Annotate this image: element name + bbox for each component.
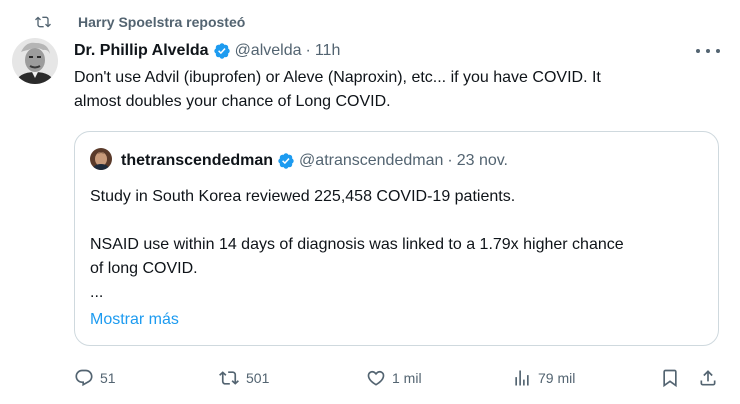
repost-icon	[218, 368, 240, 388]
author-header: Dr. Phillip Alvelda @alvelda · 11h	[74, 40, 340, 62]
quoted-post-time: 23 nov.	[456, 152, 508, 169]
more-options-icon[interactable]	[696, 42, 720, 60]
repost-count: 501	[246, 370, 270, 386]
show-more-link[interactable]: Mostrar más	[90, 311, 179, 329]
share-button[interactable]	[698, 366, 718, 390]
quoted-author-handle: @atranscendedman	[299, 152, 444, 169]
views-chart-icon	[512, 368, 532, 388]
repost-icon	[34, 14, 54, 30]
post-text: Don't use Advil (ibuprofen) or Aleve (Na…	[74, 66, 684, 114]
repost-label[interactable]: Harry Spoelstra reposteó	[78, 14, 245, 30]
quoted-paragraph: Study in South Korea reviewed 225,458 CO…	[90, 188, 516, 205]
post-time[interactable]: 11h	[315, 42, 341, 60]
reply-count: 51	[100, 370, 116, 386]
bookmark-button[interactable]	[660, 366, 680, 390]
verified-badge-icon	[277, 152, 295, 170]
quoted-ellipsis: ...	[90, 284, 104, 301]
quoted-text: Study in South Korea reviewed 225,458 CO…	[90, 185, 710, 305]
reply-button[interactable]: 51	[74, 366, 116, 390]
repost-context: Harry Spoelstra reposteó	[34, 12, 245, 32]
bookmark-icon	[660, 368, 680, 388]
like-count: 1 mil	[392, 370, 422, 386]
author-name[interactable]: Dr. Phillip Alvelda	[74, 42, 209, 60]
quoted-header: thetranscendedman @atranscendedman · 23 …	[121, 150, 508, 172]
quoted-paragraph-line: of long COVID.	[90, 260, 198, 277]
separator: ·	[447, 152, 453, 169]
heart-icon	[366, 368, 386, 388]
share-icon	[698, 368, 718, 388]
verified-badge-icon[interactable]	[213, 42, 231, 60]
quoted-author-avatar	[90, 148, 112, 170]
quoted-paragraph-line: NSAID use within 14 days of diagnosis wa…	[90, 236, 624, 253]
separator: ·	[305, 42, 311, 59]
repost-button[interactable]: 501	[218, 366, 269, 390]
like-button[interactable]: 1 mil	[366, 366, 422, 390]
views-count: 79 mil	[538, 370, 576, 386]
post-text-line: Don't use Advil (ibuprofen) or Aleve (Na…	[74, 69, 601, 86]
author-avatar[interactable]	[12, 38, 58, 84]
reply-icon	[74, 368, 94, 388]
action-bar: 51 501 1 mil 79 mil	[70, 366, 722, 390]
views-button[interactable]: 79 mil	[512, 366, 575, 390]
quoted-author-name: thetranscendedman	[121, 152, 274, 169]
post-text-line: almost doubles your chance of Long COVID…	[74, 93, 391, 110]
quoted-post[interactable]: thetranscendedman @atranscendedman · 23 …	[74, 131, 719, 346]
tweet[interactable]: Harry Spoelstra reposteó Dr. Phillip Alv…	[0, 0, 740, 404]
author-handle[interactable]: @alvelda	[235, 42, 302, 60]
